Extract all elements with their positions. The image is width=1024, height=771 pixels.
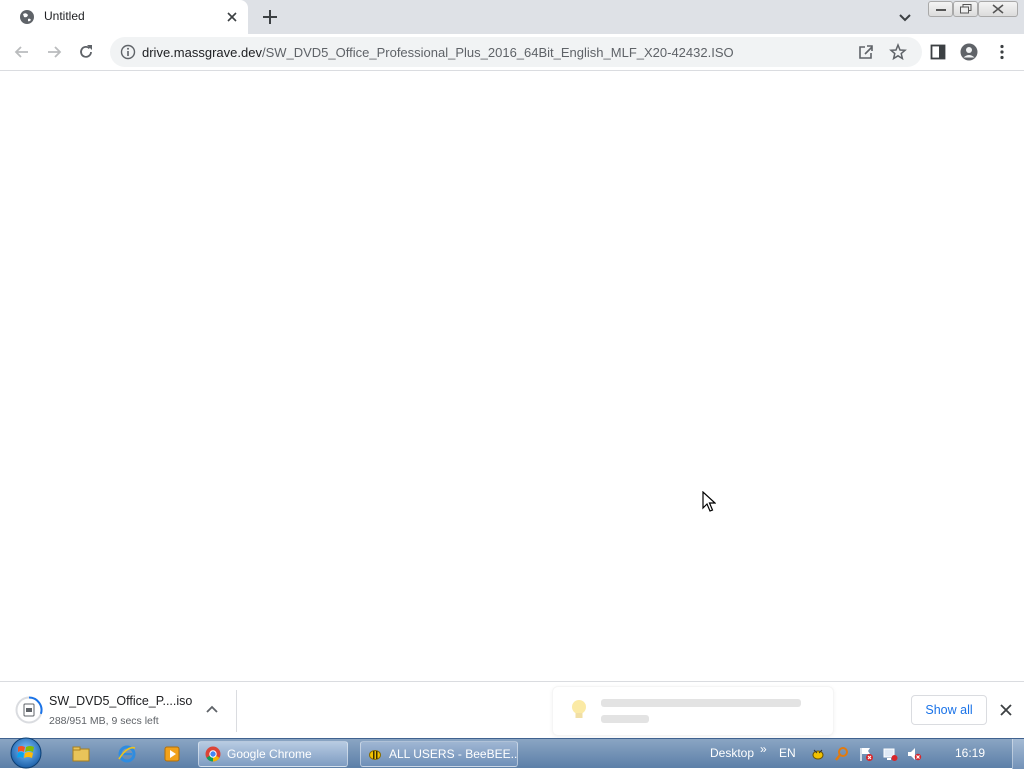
download-progress-icon [15, 696, 43, 724]
tab-title: Untitled [44, 9, 85, 23]
media-player-icon[interactable] [162, 744, 182, 764]
show-desktop-button[interactable] [1012, 739, 1024, 769]
minimize-icon [935, 9, 946, 11]
page-content [0, 71, 1024, 681]
tab-strip: Untitled [0, 0, 1024, 34]
window-close-button[interactable] [978, 1, 1018, 17]
taskbar-button-label: Google Chrome [227, 747, 312, 761]
share-icon[interactable] [857, 43, 875, 61]
mouse-cursor-icon [702, 491, 716, 512]
tab-active[interactable]: Untitled [0, 0, 248, 34]
close-icon [992, 4, 1004, 14]
tray-clock[interactable]: 16:19 [955, 746, 985, 760]
download-filename: SW_DVD5_Office_P....iso [49, 694, 193, 708]
close-tab-icon[interactable] [224, 9, 240, 25]
forward-icon[interactable] [45, 43, 63, 61]
taskbar-button-chrome[interactable]: Google Chrome [198, 741, 348, 767]
taskbar: Google Chrome ALL USERS - BeeBEE... Desk… [0, 735, 1024, 771]
url-path: /SW_DVD5_Office_Professional_Plus_2016_6… [261, 45, 734, 60]
notification-popup[interactable] [552, 686, 834, 736]
new-tab-icon[interactable] [259, 6, 281, 28]
info-icon[interactable] [120, 44, 136, 60]
notification-text-line [601, 715, 649, 723]
side-panel-icon[interactable] [929, 43, 947, 61]
restore-icon [959, 4, 971, 14]
chrome-icon [205, 746, 221, 762]
taskbar-button-label: ALL USERS - BeeBEE... [389, 747, 518, 761]
tray-desktop-toolbar[interactable]: Desktop [710, 746, 754, 760]
bee-icon[interactable] [810, 746, 826, 762]
globe-icon [20, 10, 34, 24]
show-all-button[interactable]: Show all [911, 695, 987, 725]
file-explorer-icon[interactable] [71, 744, 91, 764]
browser-toolbar: drive.massgrave.dev/SW_DVD5_Office_Profe… [0, 34, 1024, 71]
lightbulb-icon [572, 700, 586, 718]
taskbar-button-beebee[interactable]: ALL USERS - BeeBEE... [360, 741, 518, 767]
internet-explorer-icon[interactable] [117, 744, 137, 764]
tray-language[interactable]: EN [779, 746, 796, 760]
address-bar[interactable]: drive.massgrave.dev/SW_DVD5_Office_Profe… [110, 37, 922, 67]
download-status: 288/951 MB, 9 secs left [49, 715, 159, 727]
search-icon[interactable] [834, 746, 850, 762]
download-item[interactable]: SW_DVD5_Office_P....iso 288/951 MB, 9 se… [0, 682, 236, 739]
notification-text-line [601, 699, 801, 707]
flag-error-icon[interactable] [858, 746, 874, 762]
restore-button[interactable] [953, 1, 978, 17]
network-icon[interactable] [882, 746, 898, 762]
back-icon[interactable] [13, 43, 31, 61]
star-icon[interactable] [889, 43, 907, 61]
chevron-up-icon[interactable] [204, 702, 220, 718]
url-domain: drive.massgrave.dev [142, 45, 262, 60]
bee-icon [369, 750, 381, 760]
chevron-down-icon[interactable] [896, 8, 914, 26]
minimize-button[interactable] [928, 1, 953, 17]
url-text: drive.massgrave.dev/SW_DVD5_Office_Profe… [142, 45, 734, 60]
volume-muted-icon[interactable] [906, 746, 922, 762]
tray-chevron[interactable]: » [760, 742, 767, 756]
profile-icon[interactable] [960, 43, 978, 61]
divider [236, 690, 237, 732]
reload-icon[interactable] [77, 43, 95, 61]
download-bar: SW_DVD5_Office_P....iso 288/951 MB, 9 se… [0, 681, 1024, 739]
menu-icon[interactable] [993, 43, 1011, 61]
close-icon[interactable] [998, 702, 1014, 718]
windows-start-icon[interactable] [8, 735, 44, 771]
